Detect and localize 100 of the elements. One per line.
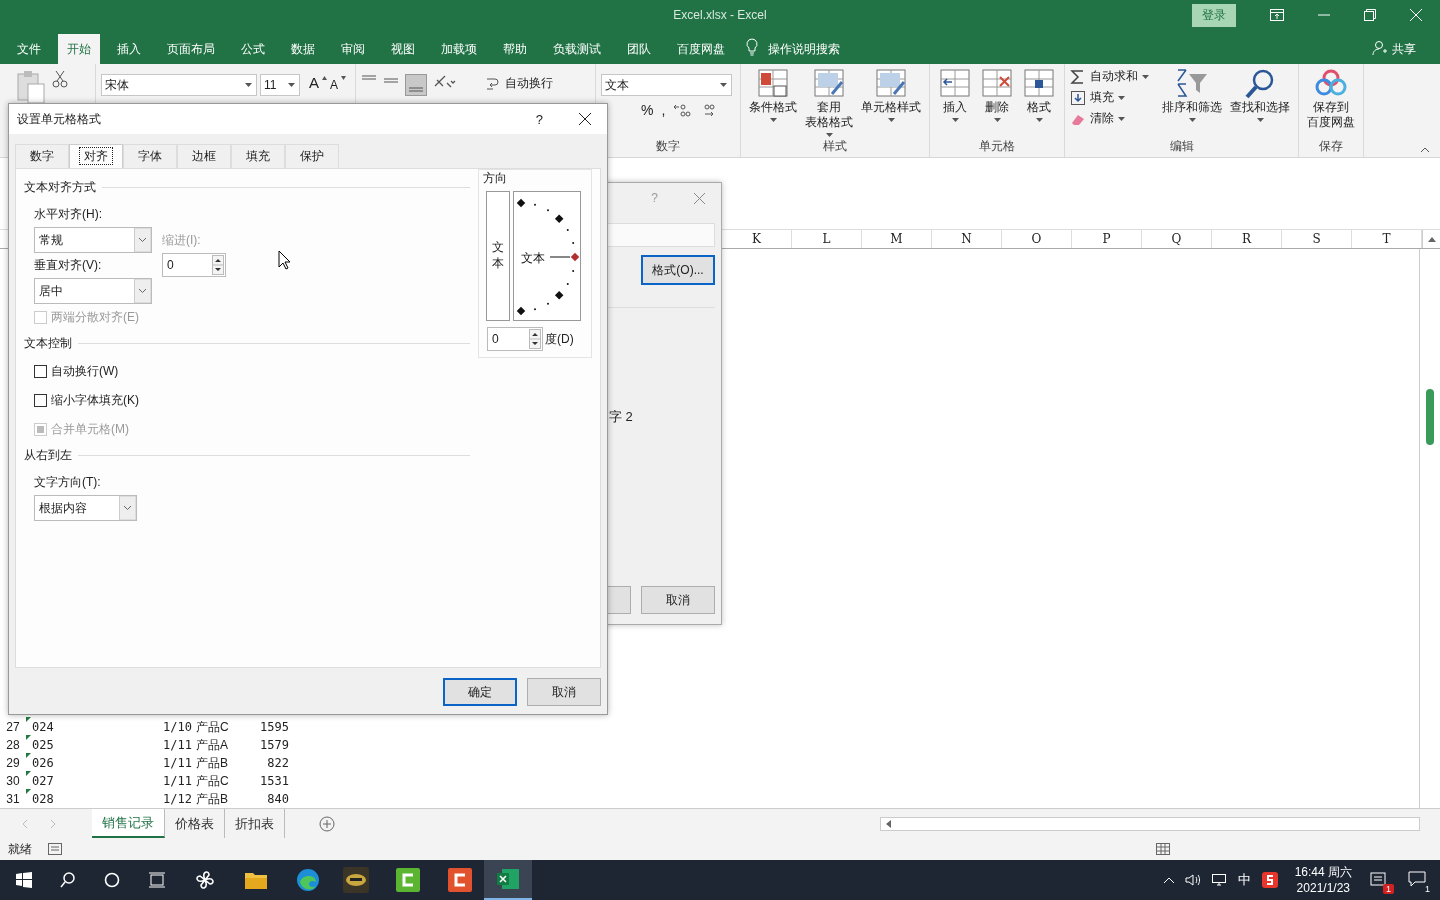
spreadsheet-app-icon[interactable] <box>496 868 520 890</box>
sort-filter-icon[interactable] <box>1175 68 1209 100</box>
person-add-icon[interactable] <box>1372 40 1388 56</box>
ok-button[interactable]: 确定 <box>443 678 517 706</box>
ribbon-tab[interactable]: 文件 <box>8 34 50 64</box>
ribbon-tab[interactable]: 负载测试 <box>544 34 610 64</box>
normal-view-icon[interactable] <box>1156 843 1170 855</box>
caret-icon[interactable] <box>1256 118 1264 122</box>
find-select-button[interactable]: 查找和选择 <box>1230 100 1290 115</box>
degrees-spinner[interactable]: 0 <box>487 327 543 351</box>
column-header[interactable]: Q <box>1142 230 1212 248</box>
caret-icon[interactable] <box>769 118 777 122</box>
column-header[interactable]: R <box>1212 230 1282 248</box>
ribbon-tab[interactable]: 加载项 <box>432 34 486 64</box>
table-format-icon[interactable] <box>812 68 846 100</box>
font-size-field[interactable]: 11 <box>260 74 300 96</box>
option-checkbox[interactable]: 自动换行(W) <box>34 363 119 380</box>
shrink-font-button[interactable]: A <box>330 78 339 92</box>
cancel-button[interactable]: 取消 <box>641 586 715 614</box>
caret-icon[interactable] <box>825 133 833 137</box>
row-header[interactable]: 29 <box>0 756 26 770</box>
conditional-format-icon[interactable] <box>756 68 790 100</box>
action-center-icon[interactable] <box>1408 870 1426 887</box>
dialog-tab[interactable]: 保护 <box>285 144 339 168</box>
horizontal-scrollbar[interactable] <box>880 816 1420 831</box>
wrap-text-button[interactable]: 自动换行 <box>505 75 553 92</box>
caret-icon[interactable] <box>1118 116 1125 121</box>
caret-icon[interactable] <box>245 83 252 87</box>
text-direction-dropdown[interactable]: 根据内容 <box>34 495 137 521</box>
ribbon-tab[interactable]: 审阅 <box>332 34 374 64</box>
share-button[interactable]: 共享 <box>1392 34 1416 64</box>
cell-style-icon[interactable] <box>874 68 908 100</box>
cell-styles-button[interactable]: 单元格样式 <box>861 100 921 115</box>
browser-icon[interactable] <box>296 868 320 892</box>
delete-button[interactable]: 删除 <box>985 100 1009 115</box>
column-header[interactable]: N <box>932 230 1002 248</box>
caret-icon[interactable] <box>1118 95 1125 100</box>
caret-icon[interactable] <box>993 118 1001 122</box>
spin-arrows-icon[interactable] <box>212 255 224 275</box>
clock-date[interactable]: 2021/1/23 <box>1296 880 1350 896</box>
save-to-cloud-button[interactable]: 保存到 百度网盘 <box>1307 100 1355 130</box>
fill-button[interactable]: 填充 <box>1090 89 1114 106</box>
column-header[interactable]: T <box>1352 230 1422 248</box>
message-icon[interactable] <box>1370 870 1388 887</box>
row-header[interactable]: 31 <box>0 792 26 806</box>
indent-spinner[interactable]: 0 <box>162 253 226 277</box>
horizontal-align-dropdown[interactable]: 常规 <box>34 227 152 253</box>
ribbon-tab[interactable]: 开始 <box>58 34 100 64</box>
grow-font-button[interactable]: A <box>309 74 319 91</box>
caret-icon[interactable] <box>720 83 727 87</box>
wrap-text-icon[interactable] <box>485 75 501 91</box>
caret-icon[interactable] <box>1188 118 1196 122</box>
sheet-tab[interactable]: 销售记录 <box>92 809 165 838</box>
number-format-field[interactable]: 文本 <box>601 74 732 96</box>
autosum-button[interactable]: 自动求和 <box>1090 68 1138 85</box>
task-view-icon[interactable] <box>148 872 166 888</box>
option-checkbox[interactable]: 缩小字体填充(K) <box>34 392 139 409</box>
dialog-tab[interactable]: 字体 <box>123 144 177 168</box>
dialog-tab[interactable]: 数字 <box>15 144 69 168</box>
tell-me-search[interactable]: 操作说明搜索 <box>768 34 840 64</box>
close-icon[interactable] <box>579 113 591 125</box>
column-header[interactable]: S <box>1282 230 1352 248</box>
scissors-icon[interactable] <box>52 70 68 88</box>
ribbon-tab[interactable]: 视图 <box>382 34 424 64</box>
pinwheel-icon[interactable] <box>194 869 216 891</box>
ribbon-tab[interactable]: 帮助 <box>494 34 536 64</box>
font-name-field[interactable]: 宋体 <box>101 74 257 96</box>
vertical-align-dropdown[interactable]: 居中 <box>34 278 152 304</box>
paste-icon[interactable] <box>16 70 46 104</box>
clear-button[interactable]: 清除 <box>1090 110 1114 127</box>
input-method-indicator[interactable]: 中 <box>1237 871 1251 889</box>
scroll-thumb[interactable] <box>1426 389 1434 445</box>
sogou-icon[interactable] <box>1261 872 1278 888</box>
fill-down-icon[interactable] <box>1070 89 1086 106</box>
windows-start-icon[interactable] <box>16 872 32 888</box>
comma-style-button[interactable]: , <box>661 102 666 118</box>
row-header[interactable]: 27 <box>0 720 26 734</box>
sign-in-button[interactable]: 登录 <box>1192 3 1236 27</box>
column-header[interactable]: M <box>862 230 932 248</box>
clock-time[interactable]: 16:44 周六 <box>1294 864 1352 880</box>
ribbon-tab[interactable]: 公式 <box>232 34 274 64</box>
format-button[interactable]: 格式 <box>1027 100 1051 115</box>
format-button[interactable]: 格式(O)... <box>641 255 715 285</box>
ribbon-tab[interactable]: 页面布局 <box>158 34 224 64</box>
macro-record-icon[interactable] <box>48 843 62 855</box>
caret-icon[interactable] <box>288 83 295 87</box>
restore-icon[interactable] <box>1364 9 1376 21</box>
column-header[interactable]: O <box>1002 230 1072 248</box>
dialog-tab[interactable]: 对齐 <box>69 144 123 168</box>
circle-icon[interactable] <box>104 872 120 888</box>
percent-button[interactable]: % <box>641 102 654 118</box>
column-header[interactable]: P <box>1072 230 1142 248</box>
ribbon-tab[interactable]: 团队 <box>618 34 660 64</box>
help-button[interactable]: ? <box>535 111 543 127</box>
ribbon-display-icon[interactable] <box>1270 9 1284 21</box>
caret-icon[interactable] <box>1142 74 1149 79</box>
format-cells-icon[interactable] <box>1022 68 1056 100</box>
scroll-up-icon[interactable] <box>1428 236 1436 242</box>
add-sheet-icon[interactable] <box>319 815 335 832</box>
ribbon-tab[interactable]: 插入 <box>108 34 150 64</box>
